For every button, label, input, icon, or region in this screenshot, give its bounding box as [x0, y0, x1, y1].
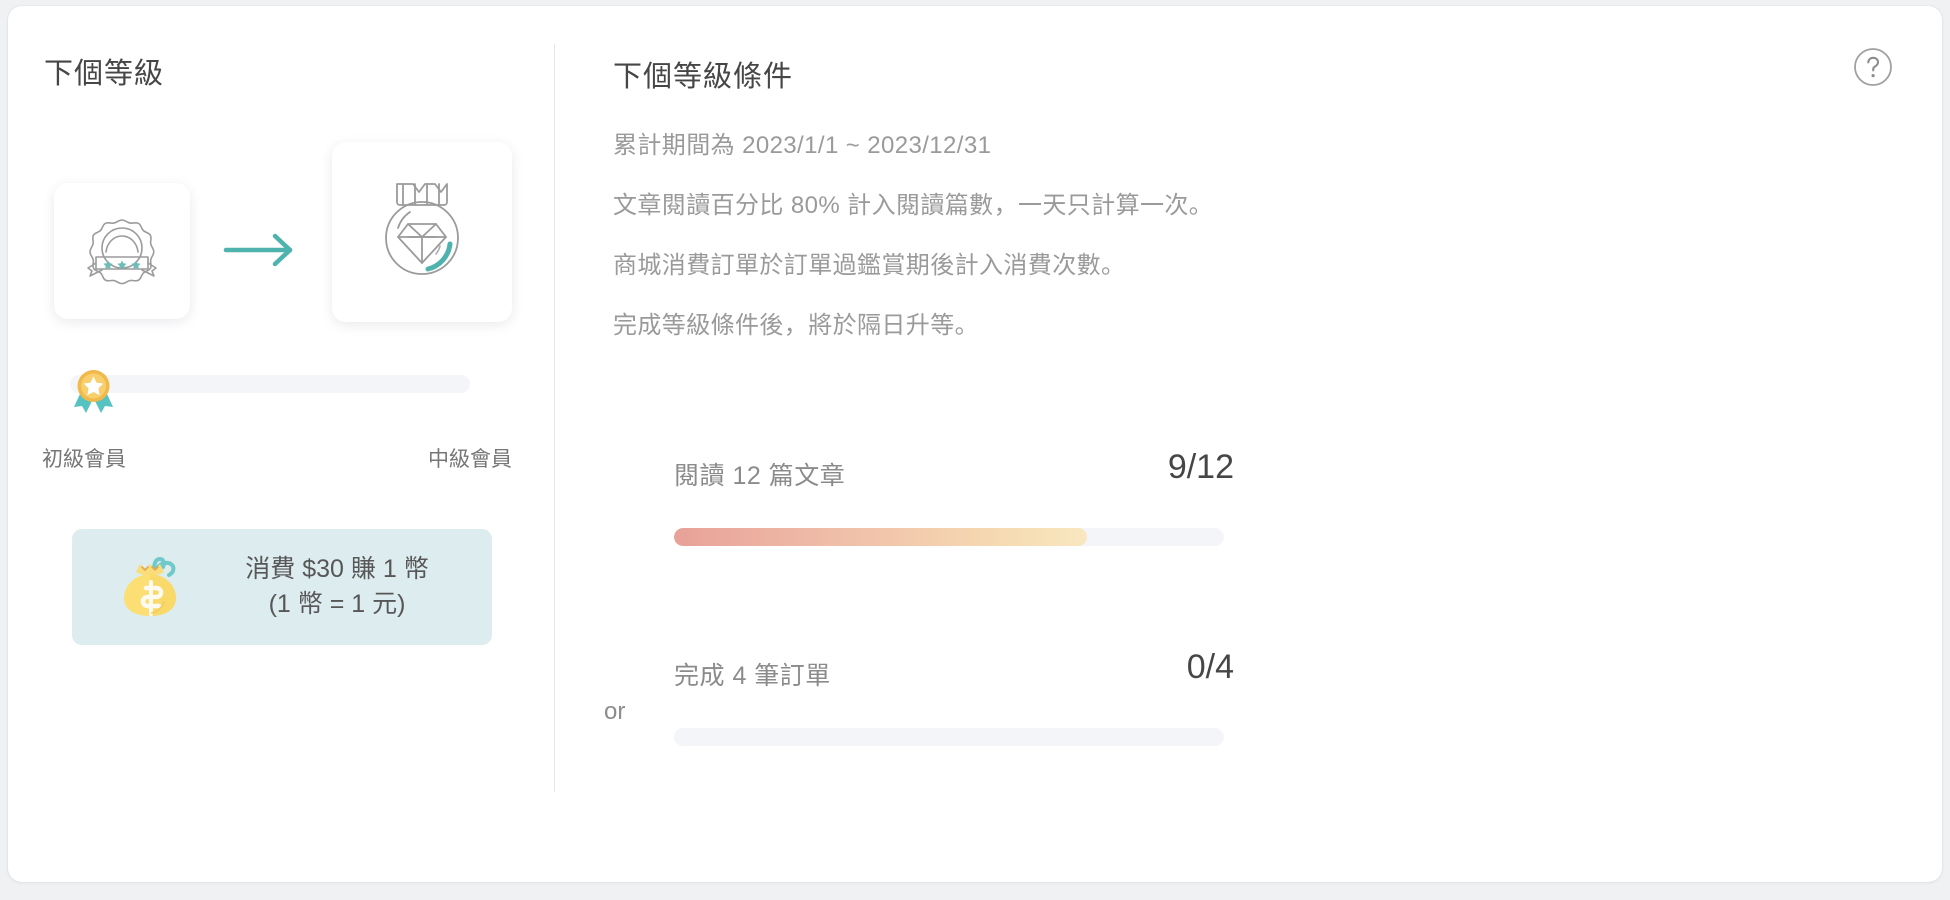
- coin-rate-line-1: 消費 $30 賺 1 幣: [245, 554, 429, 583]
- money-bag-icon: [112, 548, 190, 626]
- conditions-description-list: 累計期間為 2023/1/1 ~ 2023/12/31 文章閱讀百分比 80% …: [613, 134, 1213, 374]
- task-progress-track: [674, 528, 1224, 546]
- task-label: 完成 4 筆訂單: [674, 662, 831, 690]
- level-name-next: 中級會員: [428, 448, 512, 471]
- condition-description: 完成等級條件後，將於隔日升等。: [613, 312, 979, 339]
- star-medal-icon: [70, 364, 117, 415]
- condition-description: 累計期間為 2023/1/1 ~ 2023/12/31: [613, 132, 992, 159]
- arrow-right-icon: [220, 221, 304, 279]
- level-progress-track: [70, 375, 470, 393]
- next-level-conditions-panel: 下個等級條件 累計期間為 2023/1/1 ~ 2023/12/31 文章閱讀百…: [554, 6, 1942, 882]
- task-progress-count: 9/12: [1167, 448, 1234, 486]
- task-label: 閱讀 12 篇文章: [674, 462, 846, 490]
- next-level-tile: [332, 142, 512, 322]
- task-progress-fill: [674, 528, 1087, 546]
- coin-rate-text: 消費 $30 賺 1 幣 (1 幣 = 1 元): [206, 552, 492, 623]
- task-progress-track: [674, 728, 1224, 746]
- next-level-card: 下個等級 初級會員 中級會員 消費 $30 賺 1 幣 (1 幣 = 1 元) …: [8, 6, 1942, 882]
- screen: 下個等級 初級會員 中級會員 消費 $30 賺 1 幣 (1 幣 = 1 元) …: [0, 0, 1950, 900]
- conditions-title: 下個等級條件: [613, 61, 794, 93]
- next-level-panel: 下個等級 初級會員 中級會員 消費 $30 賺 1 幣 (1 幣 = 1 元): [8, 6, 554, 882]
- question-mark-icon: [1854, 48, 1892, 86]
- coin-rate-line-2: (1 幣 = 1 元): [268, 590, 406, 618]
- help-button[interactable]: [1852, 46, 1894, 88]
- level-name-current: 初級會員: [42, 448, 126, 471]
- rosette-badge-icon: [80, 207, 164, 296]
- task-header: 完成 4 筆訂單 0/4: [674, 646, 1234, 708]
- condition-description: 商城消費訂單於訂單過鑑賞期後計入消費次數。: [613, 252, 1126, 279]
- current-level-tile: [54, 183, 190, 319]
- diamond-medal-icon: [362, 170, 482, 295]
- task-connector: or: [604, 698, 626, 725]
- condition-description: 文章閱讀百分比 80% 計入閱讀篇數，一天只計算一次。: [613, 192, 1214, 219]
- task-header: 閱讀 12 篇文章 9/12: [674, 446, 1234, 508]
- page-title: 下個等級: [44, 58, 165, 90]
- level-names: 初級會員 中級會員: [42, 443, 512, 473]
- task-progress-count: 0/4: [1186, 648, 1234, 686]
- coin-rate-box: 消費 $30 賺 1 幣 (1 幣 = 1 元): [72, 529, 492, 645]
